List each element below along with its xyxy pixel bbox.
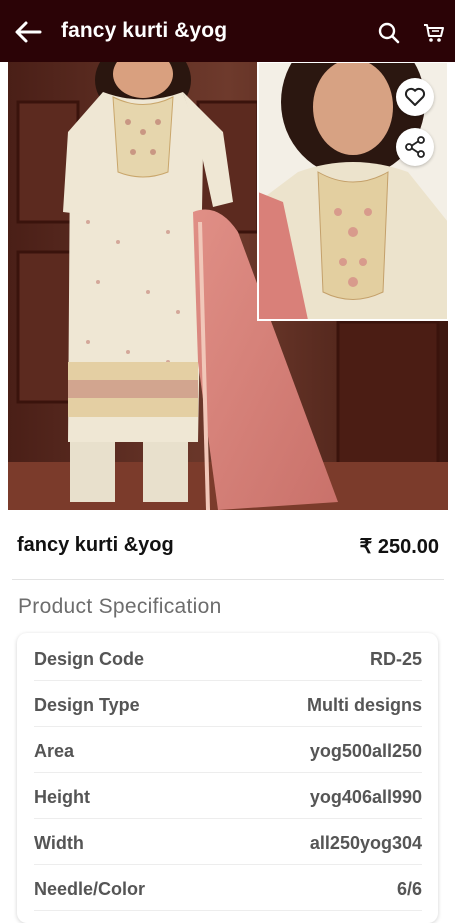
spec-card: Design Code RD-25 Design Type Multi desi… bbox=[17, 633, 438, 923]
spec-row: Area yog500all250 bbox=[34, 727, 422, 773]
spec-key: Needle/Color bbox=[34, 879, 146, 899]
spec-row: Width all250yog304 bbox=[34, 819, 422, 865]
spec-key: Design Code bbox=[34, 649, 145, 669]
spec-key: Width bbox=[34, 833, 84, 853]
back-arrow-icon bbox=[15, 21, 42, 43]
share-icon bbox=[405, 136, 425, 158]
product-photo bbox=[8, 62, 448, 510]
spec-row: Design Type Multi designs bbox=[34, 681, 422, 727]
spec-value: all250yog304 bbox=[309, 833, 422, 853]
spec-value: yog500all250 bbox=[309, 741, 422, 761]
app-bar: fancy kurti &yog bbox=[0, 0, 455, 62]
heart-icon bbox=[404, 87, 426, 106]
spec-heading: Product Specification bbox=[18, 595, 222, 618]
product-title-row: fancy kurti &yog ₹ 250.00 bbox=[17, 532, 439, 562]
spec-value: 6/6 bbox=[396, 879, 422, 899]
product-image[interactable] bbox=[8, 62, 448, 510]
product-price: ₹ 250.00 bbox=[359, 536, 439, 558]
cart-icon bbox=[424, 24, 444, 42]
back-button[interactable] bbox=[12, 16, 44, 48]
product-name: fancy kurti &yog bbox=[17, 534, 174, 556]
share-button[interactable] bbox=[396, 128, 434, 166]
divider bbox=[12, 579, 444, 580]
spec-value: yog406all990 bbox=[309, 787, 422, 807]
spec-key: Height bbox=[34, 787, 90, 807]
spec-row: Design Code RD-25 bbox=[34, 635, 422, 681]
spec-key: Area bbox=[34, 741, 75, 761]
spec-value: Multi designs bbox=[306, 695, 422, 715]
search-button[interactable] bbox=[374, 18, 404, 48]
spec-key: Design Type bbox=[34, 695, 140, 715]
spec-value: RD-25 bbox=[369, 649, 422, 669]
search-icon bbox=[378, 22, 400, 44]
cart-button[interactable] bbox=[419, 18, 449, 48]
wishlist-button[interactable] bbox=[396, 78, 434, 116]
spec-row: Height yog406all990 bbox=[34, 773, 422, 819]
app-bar-title: fancy kurti &yog bbox=[61, 19, 228, 42]
spec-row: Needle/Color 6/6 bbox=[34, 865, 422, 911]
